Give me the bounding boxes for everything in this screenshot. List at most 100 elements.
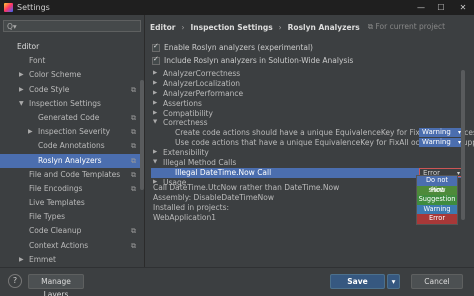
include-swa-label: Include Roslyn analyzers in Solution-Wid… <box>164 56 354 65</box>
description-line: Assembly: DisableDateTimeNow <box>153 193 274 202</box>
severity-dropdown: Do not showHintSuggestionWarningError <box>416 175 458 225</box>
sidebar-item-label: Code Cleanup <box>29 226 82 236</box>
checkbox-checked-icon[interactable] <box>152 42 160 52</box>
settings-tree: Editor Font ▶ Color Scheme ▶ Code Style ⧉ ▼ Ins… <box>0 40 140 267</box>
analyzer-description: Call DateTime.UtcNow rather than DateTim… <box>153 183 339 223</box>
severity-select[interactable]: Warning ▾ <box>419 138 463 148</box>
chevron-down-icon[interactable]: ▼ <box>153 158 157 168</box>
analyzer-item-label: AnalyzerCorrectness <box>163 69 241 78</box>
breadcrumb-inspection-settings: Inspection Settings <box>190 22 273 32</box>
analyzer-item-label: Extensibility <box>163 148 209 158</box>
chevron-right-icon[interactable]: ▶ <box>28 125 33 139</box>
checkbox-checked-icon[interactable] <box>152 55 160 65</box>
severity-select[interactable]: Warning ▾ <box>419 128 463 138</box>
project-settings-icon: ⧉ <box>131 142 136 151</box>
project-settings-icon: ⧉ <box>131 85 136 94</box>
close-button[interactable]: ✕ <box>454 0 472 15</box>
save-dropdown-button[interactable]: ▾ <box>387 274 400 289</box>
maximize-button[interactable]: ☐ <box>432 0 450 15</box>
analyzers-scrollbar[interactable] <box>461 70 465 220</box>
sidebar-item[interactable]: ▶ Emmet <box>0 253 140 267</box>
save-button[interactable]: Save <box>330 274 385 289</box>
analyzer-item[interactable]: ▼ Illegal Method Calls <box>151 158 463 168</box>
analyzer-item-label: Correctness <box>163 118 208 128</box>
analyzer-item[interactable]: ▶ Compatibility <box>151 109 463 119</box>
sidebar-item[interactable]: File and Code Templates ⧉ <box>0 168 140 182</box>
sidebar-item-label: Roslyn Analyzers <box>38 155 102 165</box>
severity-option[interactable]: Hint <box>417 185 457 196</box>
analyzer-item[interactable]: ▶ AnalyzerCorrectness <box>151 69 463 79</box>
help-button[interactable]: ? <box>8 274 22 288</box>
breadcrumb: Editor › Inspection Settings › Roslyn An… <box>150 21 445 33</box>
sidebar-item[interactable]: Code Cleanup ⧉ <box>0 224 140 238</box>
description-line: Installed in projects: <box>153 203 230 212</box>
sidebar-item-label: File Encodings <box>29 183 83 193</box>
dialog-footer: ? Manage Layers Save ▾ Cancel <box>0 267 474 296</box>
analyzer-item[interactable]: ▶ AnalyzerLocalization <box>151 79 463 89</box>
sidebar-item[interactable]: ▶ Inspection Severity ⧉ <box>0 125 140 139</box>
chevron-right-icon[interactable]: ▶ <box>153 89 157 99</box>
chevron-down-icon[interactable]: ▼ <box>153 118 157 128</box>
minimize-button[interactable]: — <box>412 0 430 15</box>
analyzer-item-label: AnalyzerLocalization <box>163 78 241 88</box>
sidebar-scrollbar[interactable] <box>140 80 144 190</box>
sidebar-header-editor[interactable]: Editor <box>0 40 140 54</box>
analyzer-item[interactable]: Create code actions should have a unique… <box>151 128 474 138</box>
severity-option[interactable]: Suggestion <box>417 195 457 205</box>
project-settings-icon: ⧉ <box>131 156 136 165</box>
analyzer-item[interactable]: ▶ Extensibility <box>151 148 463 158</box>
sidebar-item-label: Context Actions <box>29 240 89 250</box>
severity-option[interactable]: Error <box>417 214 457 224</box>
project-settings-icon: ⧉ <box>131 170 136 179</box>
project-settings-icon: ⧉ <box>131 113 136 122</box>
sidebar-item[interactable]: Font <box>0 54 140 68</box>
project-settings-icon: ⧉ <box>131 241 136 250</box>
window-title: Settings <box>17 3 50 12</box>
title-bar: Settings — ☐ ✕ <box>0 0 474 15</box>
roslyn-analyzers-panel: Editor › Inspection Settings › Roslyn An… <box>146 15 474 267</box>
sidebar-item-label: Code Annotations <box>38 141 105 151</box>
severity-value: Warning <box>422 128 451 137</box>
sidebar-item[interactable]: ▼ Inspection Settings <box>0 97 140 111</box>
analyzer-item[interactable]: ▶ Assertions <box>151 99 463 109</box>
cancel-button[interactable]: Cancel <box>411 274 463 289</box>
analyzer-item[interactable]: ▶ AnalyzerPerformance <box>151 89 463 99</box>
project-settings-icon: ⧉ <box>131 227 136 236</box>
sidebar-item[interactable]: File Types <box>0 210 140 224</box>
enable-roslyn-label: Enable Roslyn analyzers (experimental) <box>164 43 313 52</box>
sidebar-item[interactable]: Generated Code ⧉ <box>0 111 140 125</box>
breadcrumb-separator: › <box>181 22 185 32</box>
sidebar-item[interactable]: Live Templates <box>0 196 140 210</box>
sidebar-item[interactable]: Code Annotations ⧉ <box>0 139 140 153</box>
analyzer-item[interactable]: ▼ Correctness <box>151 118 463 128</box>
chevron-right-icon[interactable]: ▶ <box>19 253 24 267</box>
description-line: WebApplication1 <box>153 213 217 222</box>
description-line: Call DateTime.UtcNow rather than DateTim… <box>153 183 340 192</box>
severity-option[interactable]: Do not show <box>417 176 457 194</box>
chevron-right-icon[interactable]: ▶ <box>153 148 157 158</box>
analyzer-item[interactable]: Use code actions that have a unique Equi… <box>151 138 474 148</box>
chevron-right-icon[interactable]: ▶ <box>19 83 24 97</box>
analyzer-item-label: Compatibility <box>163 108 213 118</box>
sidebar-item[interactable]: ▶ Color Scheme <box>0 68 140 82</box>
chevron-right-icon[interactable]: ▶ <box>153 99 157 109</box>
breadcrumb-roslyn-analyzers: Roslyn Analyzers <box>287 22 360 32</box>
sidebar-item[interactable]: Context Actions ⧉ <box>0 239 140 253</box>
breadcrumb-separator: › <box>278 22 282 32</box>
analyzer-item-label: AnalyzerPerformance <box>163 88 244 98</box>
chevron-down-icon[interactable]: ▼ <box>19 97 24 111</box>
sidebar-item[interactable]: Roslyn Analyzers ⧉ <box>0 153 140 168</box>
severity-option[interactable]: Warning <box>417 204 457 215</box>
chevron-right-icon[interactable]: ▶ <box>153 79 157 89</box>
chevron-right-icon[interactable]: ▶ <box>153 109 157 119</box>
sidebar-item[interactable]: File Encodings ⧉ <box>0 182 140 196</box>
enable-roslyn-checkbox[interactable]: Enable Roslyn analyzers (experimental) <box>152 42 313 53</box>
project-settings-icon: ⧉ <box>131 128 136 137</box>
search-input[interactable]: Q▾ <box>3 20 141 32</box>
include-swa-checkbox[interactable]: Include Roslyn analyzers in Solution-Wid… <box>152 55 353 66</box>
project-settings-icon: ⧉ <box>131 184 136 193</box>
manage-layers-button[interactable]: Manage Layers <box>28 274 84 296</box>
chevron-right-icon[interactable]: ▶ <box>19 68 24 82</box>
chevron-right-icon[interactable]: ▶ <box>153 69 157 79</box>
sidebar-item[interactable]: ▶ Code Style ⧉ <box>0 83 140 97</box>
